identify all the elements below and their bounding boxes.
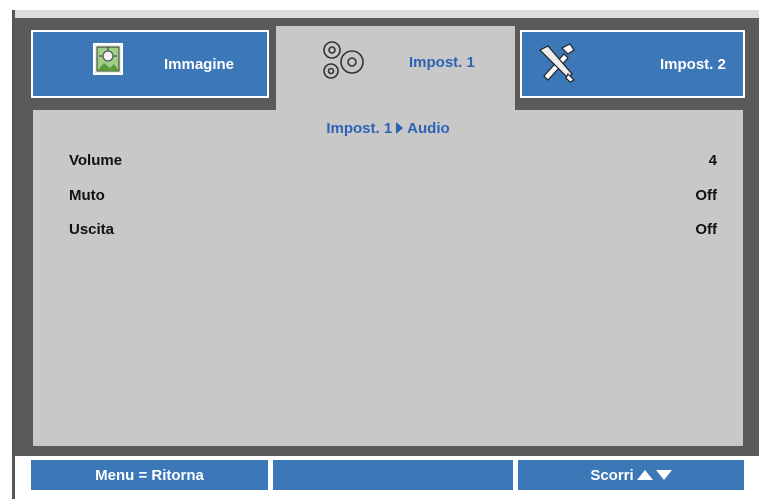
- setting-value: 4: [708, 152, 717, 169]
- tools-icon: [538, 43, 576, 83]
- image-icon: [93, 43, 123, 75]
- breadcrumb: Impost. 1 Audio: [33, 120, 743, 137]
- tab-immagine[interactable]: Immagine: [31, 30, 269, 98]
- footer-middle: [273, 460, 513, 490]
- tab-immagine-label: Immagine: [164, 56, 235, 73]
- gears-icon: [323, 41, 364, 79]
- breadcrumb-child: Audio: [407, 120, 450, 137]
- setting-row-uscita[interactable]: Uscita Off: [69, 221, 717, 245]
- tab-impost-2-label: Impost. 2: [660, 56, 726, 73]
- footer-right-label: Scorri: [590, 466, 634, 484]
- setting-row-muto[interactable]: Muto Off: [69, 187, 717, 211]
- setting-label: Volume: [69, 152, 123, 169]
- breadcrumb-arrow-icon: [396, 122, 404, 134]
- footer-left-label: Menu = Ritorna: [95, 466, 204, 484]
- setting-label: Muto: [69, 187, 105, 204]
- footer-scroll-hint: Scorri: [518, 460, 744, 490]
- arrow-up-icon: [636, 470, 653, 480]
- setting-row-volume[interactable]: Volume 4: [69, 152, 717, 176]
- arrow-down-icon: [655, 470, 672, 480]
- setting-value: Off: [695, 221, 717, 238]
- setting-label: Uscita: [69, 221, 115, 238]
- tab-impost-2[interactable]: Impost. 2: [520, 30, 745, 98]
- setting-value: Off: [695, 187, 717, 204]
- tab-impost-1-label: Impost. 1: [409, 54, 475, 71]
- top-band: [15, 10, 759, 18]
- breadcrumb-parent: Impost. 1: [326, 120, 393, 137]
- settings-panel: Impost. 1 Audio Volume 4 Muto Off Uscita …: [33, 110, 743, 446]
- footer-back-hint: Menu = Ritorna: [31, 460, 268, 490]
